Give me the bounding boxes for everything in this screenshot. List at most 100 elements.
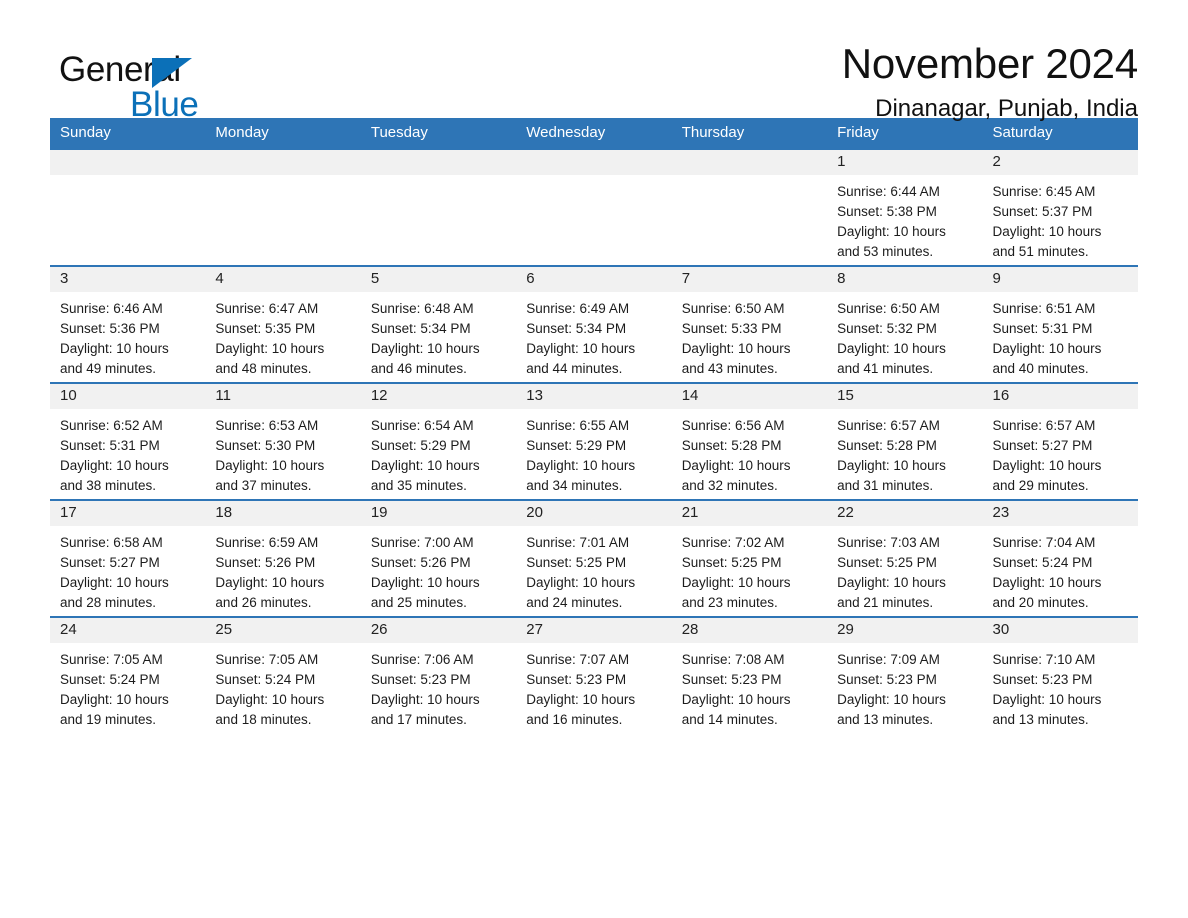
day-detail-daylight1: Daylight: 10 hours: [60, 574, 169, 590]
calendar-day-cell[interactable]: 27 Sunrise: 7:07 AM Sunset: 5:23 PM Dayligh…: [516, 615, 672, 733]
day-number: 18: [205, 500, 361, 526]
calendar-day-cell[interactable]: 16 Sunrise: 6:57 AM Sunset: 5:27 PM Dayligh…: [982, 381, 1138, 500]
generalblue-logo[interactable]: General Blue: [50, 40, 250, 122]
day-detail-daylight1: Daylight: 10 hours: [526, 340, 636, 356]
day-number: 14: [671, 383, 828, 409]
calendar-day-cell[interactable]: 10 Sunrise: 6:52 AM Sunset: 5:31 PM Dayligh…: [50, 381, 206, 500]
calendar-day-cell[interactable]: 26 Sunrise: 7:06 AM Sunset: 5:23 PM Dayligh…: [360, 615, 517, 733]
calendar-day-cell[interactable]: 21 Sunrise: 7:02 AM Sunset: 5:25 PM Dayligh…: [671, 498, 828, 617]
day-detail-daylight2: and 38 minutes.: [60, 477, 157, 493]
day-detail-daylight2: and 21 minutes.: [837, 594, 934, 610]
day-number: [516, 149, 672, 175]
day-detail-daylight1: Daylight: 10 hours: [992, 691, 1102, 707]
sunrise-sunset-calendar: Sunday Monday Tuesday Wednesday Thursday…: [50, 118, 1138, 733]
calendar-week-row: 3 Sunrise: 6:46 AM Sunset: 5:36 PM Daylight…: [50, 264, 1138, 383]
day-detail-sunrise: Sunrise: 7:10 AM: [992, 651, 1096, 667]
calendar-day-cell[interactable]: 30 Sunrise: 7:10 AM Sunset: 5:23 PM Dayligh…: [982, 615, 1138, 733]
calendar-day-cell[interactable]: 11 Sunrise: 6:53 AM Sunset: 5:30 PM Dayligh…: [205, 381, 361, 500]
day-details: Sunrise: 6:47 AM Sunset: 5:35 PM Daylight:…: [205, 292, 360, 379]
day-detail-sunrise: Sunrise: 6:48 AM: [370, 300, 474, 316]
day-details: Sunrise: 6:56 AM Sunset: 5:28 PM Daylight:…: [672, 409, 827, 496]
day-detail-daylight1: Daylight: 10 hours: [837, 574, 946, 590]
calendar-day-cell-empty: [50, 149, 206, 266]
calendar-day-cell[interactable]: 14 Sunrise: 6:56 AM Sunset: 5:28 PM Dayligh…: [671, 381, 828, 500]
day-details: Sunrise: 6:45 AM Sunset: 5:37 PM Daylight:…: [983, 175, 1138, 262]
day-detail-sunrise: Sunrise: 6:57 AM: [837, 417, 940, 433]
calendar-day-cell[interactable]: 5 Sunrise: 6:48 AM Sunset: 5:34 PM Daylight…: [360, 264, 517, 383]
calendar-day-cell[interactable]: 17 Sunrise: 6:58 AM Sunset: 5:27 PM Dayligh…: [50, 498, 206, 617]
day-detail-daylight2: and 14 minutes.: [681, 711, 778, 727]
calendar-day-cell-empty: [205, 149, 361, 266]
calendar-day-cell[interactable]: 2 Sunrise: 6:45 AM Sunset: 5:37 PM Daylight…: [982, 149, 1138, 266]
calendar-day-cell[interactable]: 19 Sunrise: 7:00 AM Sunset: 5:26 PM Dayligh…: [360, 498, 517, 617]
calendar-day-cell[interactable]: 23 Sunrise: 7:04 AM Sunset: 5:24 PM Dayligh…: [982, 498, 1138, 617]
day-detail-daylight2: and 41 minutes.: [837, 360, 934, 376]
logo-text-blue: Blue: [130, 85, 199, 124]
calendar-day-cell[interactable]: 28 Sunrise: 7:08 AM Sunset: 5:23 PM Dayligh…: [671, 615, 828, 733]
day-details: Sunrise: 6:55 AM Sunset: 5:29 PM Daylight:…: [516, 409, 671, 496]
day-number: 20: [516, 500, 672, 526]
calendar-day-cell[interactable]: 4 Sunrise: 6:47 AM Sunset: 5:35 PM Daylight…: [205, 264, 361, 383]
day-number: 6: [516, 266, 672, 292]
calendar-day-cell[interactable]: 24 Sunrise: 7:05 AM Sunset: 5:24 PM Dayligh…: [50, 615, 206, 733]
day-details: Sunrise: 7:02 AM Sunset: 5:25 PM Daylight:…: [672, 526, 827, 613]
page-header: General Blue November 2024 Dinanagar, Pu…: [50, 0, 1138, 122]
day-detail-daylight2: and 53 minutes.: [837, 243, 934, 259]
day-detail-sunrise: Sunrise: 6:52 AM: [60, 417, 163, 433]
day-detail-daylight2: and 13 minutes.: [992, 711, 1089, 727]
title-block: November 2024 Dinanagar, Punjab, India: [842, 40, 1138, 124]
calendar-day-cell[interactable]: 3 Sunrise: 6:46 AM Sunset: 5:36 PM Daylight…: [50, 264, 206, 383]
day-detail-daylight1: Daylight: 10 hours: [681, 340, 791, 356]
calendar-day-cell[interactable]: 20 Sunrise: 7:01 AM Sunset: 5:25 PM Dayligh…: [516, 498, 672, 617]
day-details: Sunrise: 6:59 AM Sunset: 5:26 PM Daylight:…: [205, 526, 360, 613]
calendar-day-cell[interactable]: 1 Sunrise: 6:44 AM Sunset: 5:38 PM Daylight…: [827, 149, 983, 266]
day-number: 3: [50, 266, 206, 292]
day-details: Sunrise: 7:07 AM Sunset: 5:23 PM Daylight:…: [516, 643, 671, 730]
calendar-day-cell[interactable]: 6 Sunrise: 6:49 AM Sunset: 5:34 PM Daylight…: [516, 264, 672, 383]
calendar-day-cell[interactable]: 15 Sunrise: 6:57 AM Sunset: 5:28 PM Dayligh…: [827, 381, 983, 500]
day-details: Sunrise: 6:44 AM Sunset: 5:38 PM Daylight:…: [827, 175, 982, 262]
day-details: Sunrise: 7:01 AM Sunset: 5:25 PM Daylight:…: [516, 526, 671, 613]
calendar-day-cell[interactable]: 25 Sunrise: 7:05 AM Sunset: 5:24 PM Dayligh…: [205, 615, 361, 733]
day-details: Sunrise: 7:04 AM Sunset: 5:24 PM Daylight:…: [983, 526, 1138, 613]
calendar-day-cell[interactable]: 18 Sunrise: 6:59 AM Sunset: 5:26 PM Dayligh…: [205, 498, 361, 617]
day-number: 29: [827, 617, 983, 643]
day-detail-sunrise: Sunrise: 6:50 AM: [681, 300, 785, 316]
calendar-day-cell[interactable]: 22 Sunrise: 7:03 AM Sunset: 5:25 PM Dayligh…: [827, 498, 983, 617]
day-detail-daylight2: and 51 minutes.: [992, 243, 1089, 259]
day-detail-sunrise: Sunrise: 7:01 AM: [526, 534, 630, 550]
day-detail-sunset: Sunset: 5:29 PM: [526, 437, 627, 453]
day-number: 8: [827, 266, 983, 292]
day-details: Sunrise: 6:49 AM Sunset: 5:34 PM Daylight:…: [516, 292, 671, 379]
day-detail-sunset: Sunset: 5:34 PM: [370, 320, 471, 336]
day-number: 23: [982, 500, 1138, 526]
calendar-day-cell[interactable]: 8 Sunrise: 6:50 AM Sunset: 5:32 PM Daylight…: [827, 264, 983, 383]
day-detail-sunset: Sunset: 5:37 PM: [992, 203, 1093, 219]
day-number: [360, 149, 517, 175]
day-detail-sunrise: Sunrise: 7:09 AM: [837, 651, 940, 667]
day-number: 25: [205, 617, 361, 643]
day-detail-sunset: Sunset: 5:24 PM: [992, 554, 1093, 570]
day-detail-sunrise: Sunrise: 6:49 AM: [526, 300, 630, 316]
day-detail-daylight1: Daylight: 10 hours: [837, 457, 946, 473]
calendar-day-cell[interactable]: 13 Sunrise: 6:55 AM Sunset: 5:29 PM Dayligh…: [516, 381, 672, 500]
day-detail-sunrise: Sunrise: 7:03 AM: [837, 534, 940, 550]
day-detail-daylight1: Daylight: 10 hours: [681, 691, 791, 707]
day-detail-sunset: Sunset: 5:23 PM: [837, 671, 937, 687]
day-detail-sunrise: Sunrise: 7:08 AM: [681, 651, 785, 667]
calendar-week-row: 24 Sunrise: 7:05 AM Sunset: 5:24 PM Dayligh…: [50, 615, 1138, 733]
calendar-day-cell[interactable]: 29 Sunrise: 7:09 AM Sunset: 5:23 PM Dayligh…: [827, 615, 983, 733]
day-number: 22: [827, 500, 983, 526]
day-detail-daylight1: Daylight: 10 hours: [370, 340, 480, 356]
location-subtitle: Dinanagar, Punjab, India: [875, 95, 1138, 123]
day-detail-daylight1: Daylight: 10 hours: [60, 457, 169, 473]
day-detail-sunset: Sunset: 5:34 PM: [526, 320, 627, 336]
day-details: Sunrise: 7:10 AM Sunset: 5:23 PM Daylight:…: [983, 643, 1138, 730]
calendar-day-cell[interactable]: 9 Sunrise: 6:51 AM Sunset: 5:31 PM Daylight…: [982, 264, 1138, 383]
day-detail-daylight2: and 29 minutes.: [992, 477, 1089, 493]
day-detail-daylight1: Daylight: 10 hours: [215, 574, 325, 590]
calendar-day-cell[interactable]: 12 Sunrise: 6:54 AM Sunset: 5:29 PM Dayligh…: [360, 381, 517, 500]
day-details: Sunrise: 6:58 AM Sunset: 5:27 PM Daylight:…: [50, 526, 205, 613]
calendar-day-cell[interactable]: 7 Sunrise: 6:50 AM Sunset: 5:33 PM Daylight…: [671, 264, 828, 383]
calendar-page: General Blue November 2024 Dinanagar, Pu…: [0, 0, 1188, 918]
